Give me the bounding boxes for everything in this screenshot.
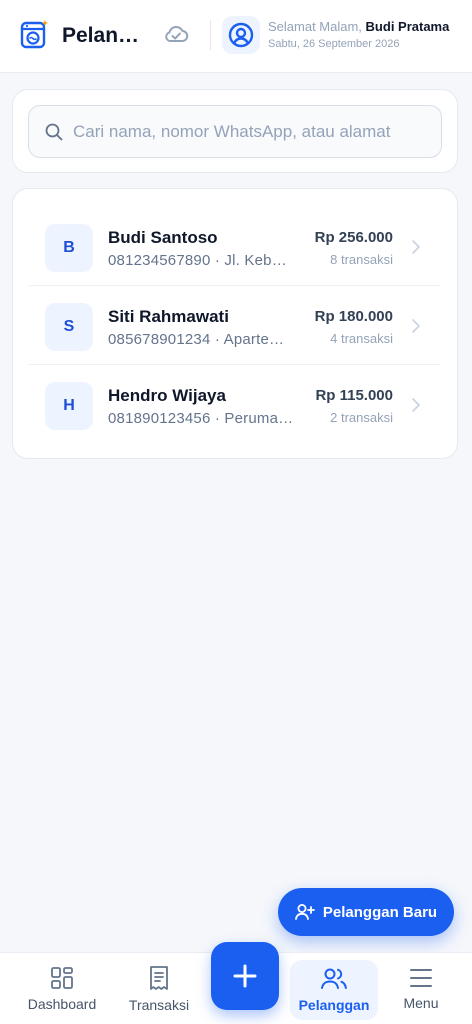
- add-customer-label: Pelanggan Baru: [322, 903, 438, 921]
- current-date: Sabtu, 26 September 2026: [268, 38, 400, 50]
- nav-transaksi-label: Transaksi: [128, 997, 190, 1013]
- nav-pelanggan-label: Pelanggan: [298, 997, 370, 1013]
- search-input[interactable]: [73, 106, 433, 157]
- customer-name: Siti Rahmawati: [108, 307, 229, 326]
- greeting-text: Selamat Malam, Budi Pratama: [268, 19, 450, 34]
- nav-menu-label: Menu: [403, 995, 439, 1011]
- receipt-icon: [150, 966, 168, 990]
- nav-menu[interactable]: Menu: [374, 953, 468, 1024]
- grid-icon: [51, 967, 73, 989]
- search-box[interactable]: [28, 105, 442, 158]
- menu-icon: [410, 969, 432, 987]
- chevron-right-icon: [412, 319, 420, 333]
- customer-name: Hendro Wijaya: [108, 386, 226, 405]
- chevron-right-icon: [412, 398, 420, 412]
- add-customer-button[interactable]: Pelanggan Baru: [278, 888, 454, 936]
- customer-initial-badge: B: [45, 224, 93, 272]
- customer-detail: 081890123456 · Perumahan: [108, 410, 294, 427]
- washing-machine-icon[interactable]: [20, 19, 48, 49]
- customer-detail: 085678901234 · Apartemen: [108, 331, 294, 348]
- cloud-check-icon[interactable]: [163, 23, 189, 47]
- customer-detail: 081234567890 · Jl. Kebon Jeruk: [108, 252, 294, 269]
- nav-pelanggan[interactable]: Pelanggan: [290, 960, 378, 1020]
- user-name: Budi Pratama: [365, 19, 450, 34]
- customer-transaction-count: 4 transaksi: [330, 331, 393, 346]
- avatar[interactable]: [222, 16, 260, 54]
- page-title: Pelanggan: [62, 24, 144, 47]
- plus-icon: [233, 964, 257, 988]
- customer-transaction-count: 2 transaksi: [330, 410, 393, 425]
- customer-initial-badge: H: [45, 382, 93, 430]
- chevron-right-icon: [412, 240, 420, 254]
- nav-dashboard[interactable]: Dashboard: [15, 953, 109, 1024]
- user-plus-icon: [294, 904, 315, 920]
- customer-total-amount: Rp 256.000: [314, 229, 393, 246]
- header-divider: [210, 20, 211, 50]
- search-icon: [45, 123, 63, 141]
- list-item[interactable]: S Siti Rahmawati 085678901234 · Aparteme…: [29, 286, 441, 364]
- customer-name: Budi Santoso: [108, 228, 218, 247]
- nav-dashboard-label: Dashboard: [27, 996, 97, 1012]
- top-header: Pelanggan Selamat Malam, Budi Pratama Sa…: [0, 0, 472, 73]
- nav-transaksi[interactable]: Transaksi: [112, 953, 206, 1024]
- users-icon: [321, 968, 347, 989]
- list-item[interactable]: B Budi Santoso 081234567890 · Jl. Kebon …: [29, 207, 441, 285]
- list-item[interactable]: H Hendro Wijaya 081890123456 · Perumahan…: [29, 365, 441, 443]
- customer-total-amount: Rp 180.000: [314, 308, 393, 325]
- user-circle-icon: [228, 22, 254, 48]
- customer-initial-badge: S: [45, 303, 93, 351]
- search-card: [12, 89, 458, 173]
- customer-transaction-count: 8 transaksi: [330, 252, 393, 267]
- customer-list: B Budi Santoso 081234567890 · Jl. Kebon …: [12, 188, 458, 459]
- customer-total-amount: Rp 115.000: [315, 387, 393, 404]
- new-transaction-button[interactable]: [211, 942, 279, 1010]
